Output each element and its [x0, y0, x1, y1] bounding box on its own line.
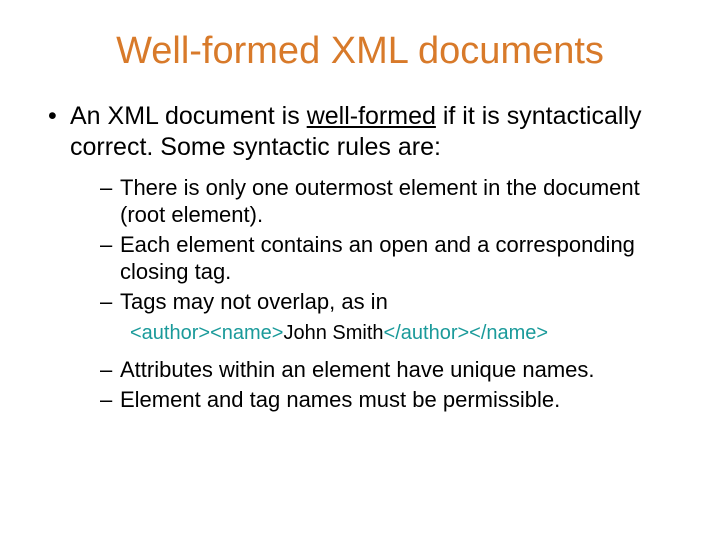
bullet-list: An XML document is well-formed if it is …: [30, 101, 690, 413]
sub-list-1: There is only one outermost element in t…: [70, 174, 686, 316]
xml-tag: <author>: [130, 322, 210, 344]
sub-item: Attributes within an element have unique…: [100, 356, 686, 384]
sub-item: There is only one outermost element in t…: [100, 174, 686, 229]
xml-text: John Smith: [283, 322, 383, 344]
code-example: <author><name>John Smith</author></name>: [130, 321, 686, 346]
sub-list-2: Attributes within an element have unique…: [70, 356, 686, 413]
bullet-underlined: well-formed: [307, 102, 436, 130]
sub-item: Tags may not overlap, as in: [100, 288, 686, 316]
slide: Well-formed XML documents An XML documen…: [0, 0, 720, 540]
sub-item: Each element contains an open and a corr…: [100, 231, 686, 286]
xml-tag: <name>: [210, 322, 283, 344]
xml-tag: </name>: [469, 322, 548, 344]
sub-item: Element and tag names must be permissibl…: [100, 386, 686, 414]
xml-tag: </author>: [384, 322, 470, 344]
bullet-pre: An XML document is: [70, 102, 307, 130]
bullet-main: An XML document is well-formed if it is …: [48, 101, 686, 413]
slide-title: Well-formed XML documents: [30, 30, 690, 73]
